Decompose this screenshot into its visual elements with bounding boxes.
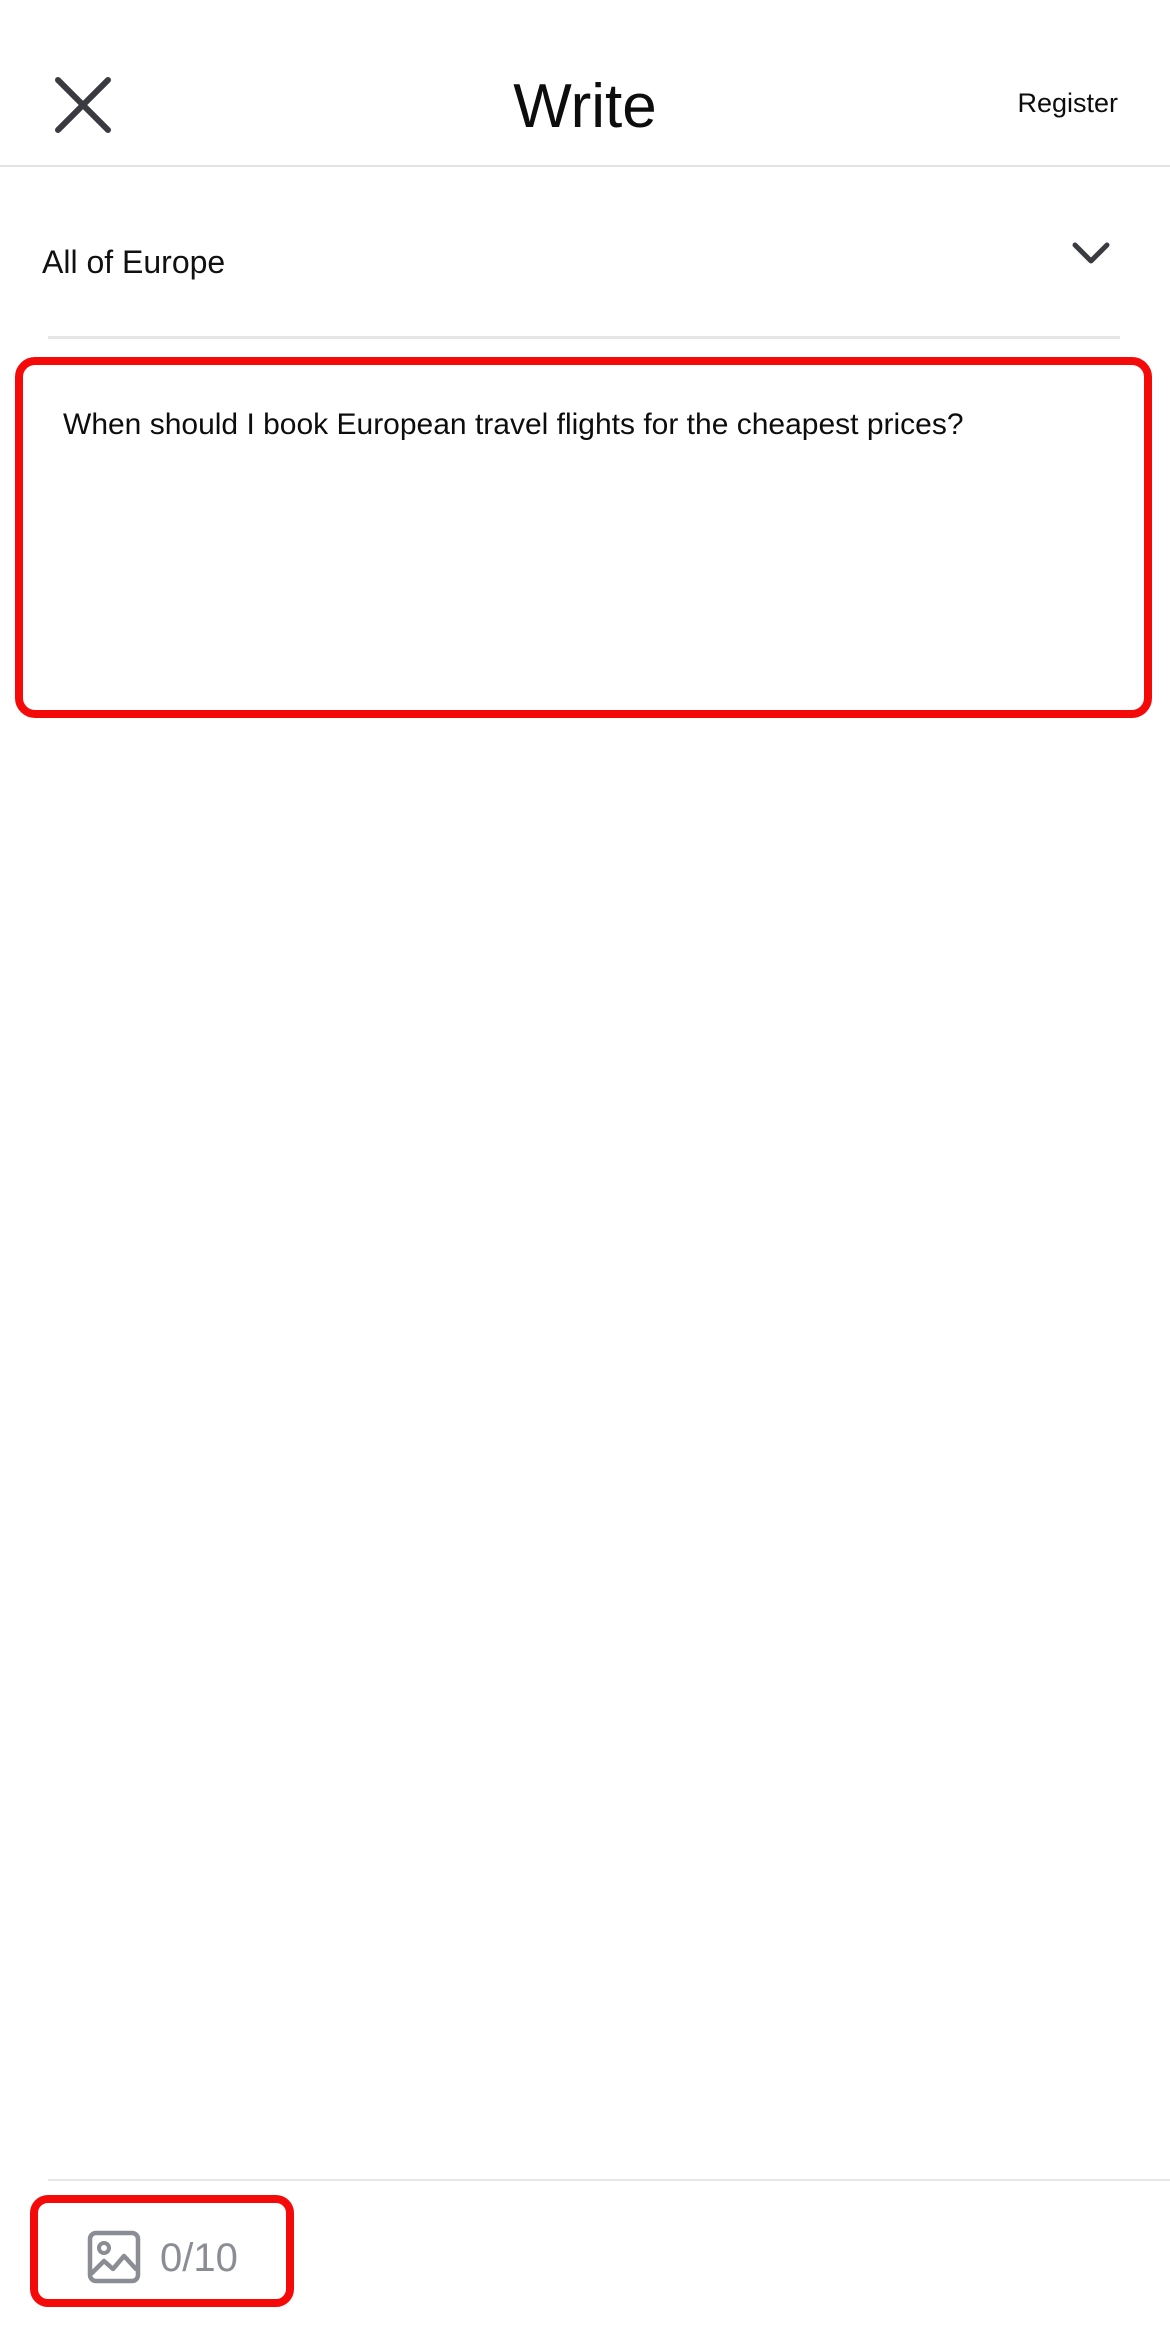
question-text-area[interactable]: When should I book European travel fligh… [15, 357, 1152, 718]
region-divider [48, 336, 1120, 339]
question-text[interactable]: When should I book European travel fligh… [63, 405, 1114, 445]
photo-count: 0/10 [160, 2236, 238, 2280]
toolbar-divider [48, 2179, 1170, 2181]
header-bar: Write Register [0, 0, 1170, 167]
page-title: Write [513, 72, 657, 141]
region-dropdown[interactable]: All of Europe [0, 200, 1170, 320]
region-selected-label: All of Europe [42, 244, 226, 280]
chevron-down-icon [1072, 242, 1110, 264]
register-button[interactable]: Register [1017, 86, 1118, 120]
add-photo-button[interactable]: 0/10 [30, 2195, 294, 2307]
image-icon [87, 2230, 141, 2284]
